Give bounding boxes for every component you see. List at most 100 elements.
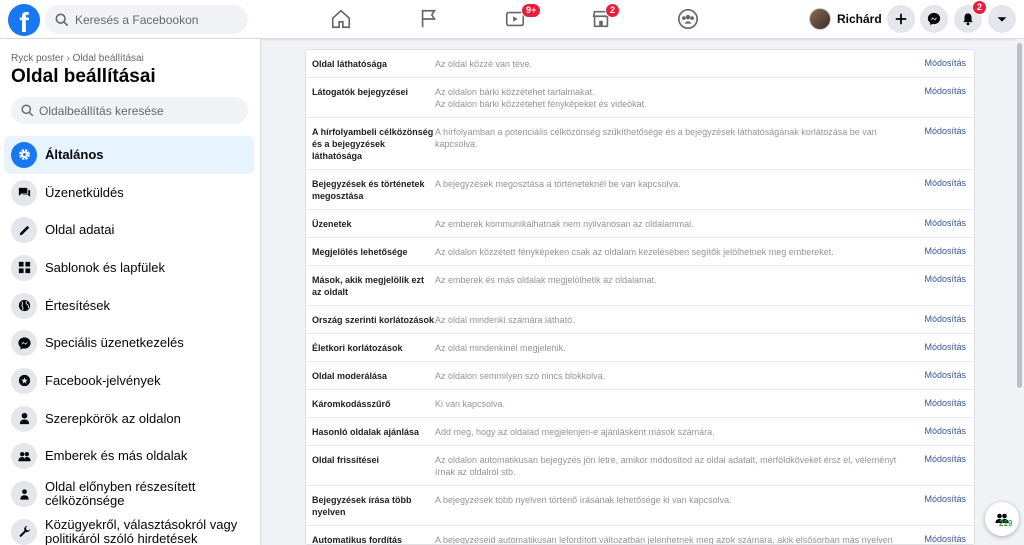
edit-link[interactable]: Módosítás [924, 534, 966, 544]
contacts-chat-button[interactable]: 219 [985, 502, 1019, 536]
settings-row-label: Megjelölés lehetősége [312, 247, 408, 257]
edit-link[interactable]: Módosítás [924, 494, 966, 504]
sidebar-item-messaging[interactable]: Üzenetküldés [4, 174, 254, 212]
messenger-icon [11, 330, 37, 357]
sidebar-item-page-roles[interactable]: Szerepkörök az oldalon [4, 400, 254, 438]
settings-row[interactable]: Oldal láthatósága Az oldal közzé van téve… [306, 50, 974, 78]
edit-link[interactable]: Módosítás [924, 398, 966, 408]
settings-row-description-line: A bejegyzések több nyelven történő írásá… [435, 495, 732, 505]
settings-row[interactable]: Mások, akik megjelölik ezt az oldalt Az e… [306, 266, 974, 306]
sidebar-item-label: Általános [45, 146, 104, 162]
settings-row[interactable]: Életkori korlátozások Az oldal mindenkiné… [306, 334, 974, 362]
settings-row-label: A hírfolyambeli célközönség és a bejegyz… [312, 127, 434, 161]
nav-home[interactable] [311, 0, 371, 38]
profile-button[interactable]: Richárd [806, 5, 888, 33]
edit-link[interactable]: Módosítás [924, 342, 966, 352]
sidebar-item-badges[interactable]: Facebook-jelvények [4, 362, 254, 400]
settings-row-description-line: Ki van kapcsolva. [435, 399, 506, 409]
settings-row[interactable]: Látogatók bejegyzései Az oldalon bárki kö… [306, 78, 974, 118]
sidebar-item-political-ads[interactable]: Közügyekről, választásokról vagy politik… [4, 513, 254, 545]
settings-row-description: Az emberek és más oldalak megjelölhetik … [435, 274, 915, 298]
notifications-badge: 2 [972, 0, 988, 15]
chat-icon [11, 179, 37, 206]
settings-row-description-line: Az emberek és más oldalak megjelölhetik … [435, 275, 657, 285]
sidebar-item-page-info[interactable]: Oldal adatai [4, 211, 254, 249]
search-input[interactable] [75, 12, 235, 27]
settings-row-description-line: Az oldalon bárki közzétehet tartalmakat. [435, 87, 595, 97]
nav-watch[interactable]: 9+ [485, 0, 545, 38]
settings-row[interactable]: Oldal moderálása Az oldalon semmilyen szó… [306, 362, 974, 390]
page-scrollbar[interactable] [1015, 39, 1024, 545]
avatar [809, 8, 831, 30]
edit-link[interactable]: Módosítás [924, 426, 966, 436]
settings-row[interactable]: Automatikus fordítás A bejegyzéseid autom… [306, 526, 974, 545]
sidebar-item-notifications[interactable]: Értesítések [4, 287, 254, 325]
facebook-logo[interactable]: f [8, 4, 40, 36]
settings-row-label: Oldal frissítései [312, 455, 380, 465]
edit-link[interactable]: Módosítás [924, 274, 966, 284]
edit-link[interactable]: Módosítás [924, 58, 966, 68]
edit-link[interactable]: Módosítás [924, 314, 966, 324]
settings-row-label: Ország szerinti korlátozások [312, 315, 435, 325]
edit-link[interactable]: Módosítás [924, 86, 966, 96]
sidebar-item-label: Emberek és más oldalak [45, 448, 188, 464]
sidebar-item-preferred-audience[interactable]: Oldal előnyben részesített célközönsége [4, 475, 254, 513]
settings-row-description-line: Az emberek kommunikálhatnak nem nyilváno… [435, 219, 694, 229]
settings-row-description: Ki van kapcsolva. [435, 398, 915, 410]
notifications-button[interactable]: 2 [954, 0, 988, 33]
edit-link[interactable]: Módosítás [924, 246, 966, 256]
people-icon [11, 443, 37, 470]
edit-link[interactable]: Módosítás [924, 126, 966, 136]
settings-row[interactable]: Bejegyzések és történetek megosztása A be… [306, 170, 974, 210]
nav-groups[interactable] [658, 0, 718, 38]
sidebar-item-people-and-pages[interactable]: Emberek és más oldalak [4, 438, 254, 476]
settings-row-description: Az emberek kommunikálhatnak nem nyilváno… [435, 218, 915, 230]
plus-icon [895, 13, 907, 25]
sidebar-item-general[interactable]: Általános [4, 136, 254, 174]
sidebar-item-label: Oldal előnyben részesített célközönsége [45, 479, 196, 509]
sidebar-item-label: Sablonok és lapfülek [45, 259, 165, 275]
settings-row[interactable]: Üzenetek Az emberek kommunikálhatnak nem … [306, 210, 974, 238]
settings-search[interactable] [11, 97, 248, 124]
settings-row[interactable]: Oldal frissítései Az oldalon automatikusa… [306, 446, 974, 486]
grid-icon [11, 254, 37, 281]
settings-row-label: Életkori korlátozások [312, 343, 403, 353]
pencil-icon [11, 217, 37, 244]
gear-icon [11, 141, 37, 168]
settings-row-description: Az oldal mindenkinél megjelenik. [435, 342, 915, 354]
settings-row-label: Bejegyzések és történetek megosztása [312, 179, 425, 201]
settings-row-description-line: A hírfolyamban a potenciális célközönség… [435, 127, 877, 149]
settings-row-description: Az oldal közzé van téve. [435, 58, 915, 70]
settings-row[interactable]: Bejegyzések írása több nyelven A bejegyzé… [306, 486, 974, 526]
nav-pages[interactable] [399, 0, 459, 38]
sidebar-item-advanced-messaging[interactable]: Speciális üzenetkezelés [4, 324, 254, 362]
settings-row-description-line: A bejegyzéseid automatikusan lefordított… [435, 535, 893, 545]
create-button[interactable] [887, 5, 915, 33]
messenger-button[interactable] [920, 5, 948, 33]
edit-link[interactable]: Módosítás [924, 370, 966, 380]
settings-row-description-line: Az oldalon bárki közzétehet fényképeket … [435, 99, 647, 109]
person-icon [11, 405, 37, 432]
settings-row[interactable]: Hasonló oldalak ajánlása Add meg, hogy az… [306, 418, 974, 446]
settings-row[interactable]: Megjelölés lehetősége Az oldalon közzétet… [306, 238, 974, 266]
nav-marketplace[interactable]: 2 [571, 0, 631, 38]
settings-row[interactable]: A hírfolyambeli célközönség és a bejegyz… [306, 118, 974, 170]
settings-search-input[interactable] [39, 103, 239, 118]
search-icon [21, 104, 34, 117]
sidebar-item-label: Szerepkörök az oldalon [45, 410, 181, 426]
edit-link[interactable]: Módosítás [924, 454, 966, 464]
facebook-search[interactable] [45, 5, 248, 34]
edit-link[interactable]: Módosítás [924, 218, 966, 228]
breadcrumb[interactable]: Ryck poster › Oldal beállításai [11, 53, 144, 64]
general-settings-panel: Oldal láthatósága Az oldal közzé van téve… [305, 49, 975, 545]
settings-row[interactable]: Ország szerinti korlátozások Az oldal min… [306, 306, 974, 334]
edit-link[interactable]: Módosítás [924, 178, 966, 188]
scrollbar-thumb[interactable] [1017, 43, 1022, 388]
settings-row-description: Add meg, hogy az oldalad megjelenjen-e a… [435, 426, 915, 438]
groups-icon [678, 9, 698, 29]
settings-row-label: Oldal láthatósága [312, 59, 388, 69]
account-menu-button[interactable] [988, 5, 1016, 33]
sidebar-item-templates[interactable]: Sablonok és lapfülek [4, 249, 254, 287]
settings-row[interactable]: Káromkodásszűrő Ki van kapcsolva. Módosítá… [306, 390, 974, 418]
settings-row-label: Oldal moderálása [312, 371, 388, 381]
